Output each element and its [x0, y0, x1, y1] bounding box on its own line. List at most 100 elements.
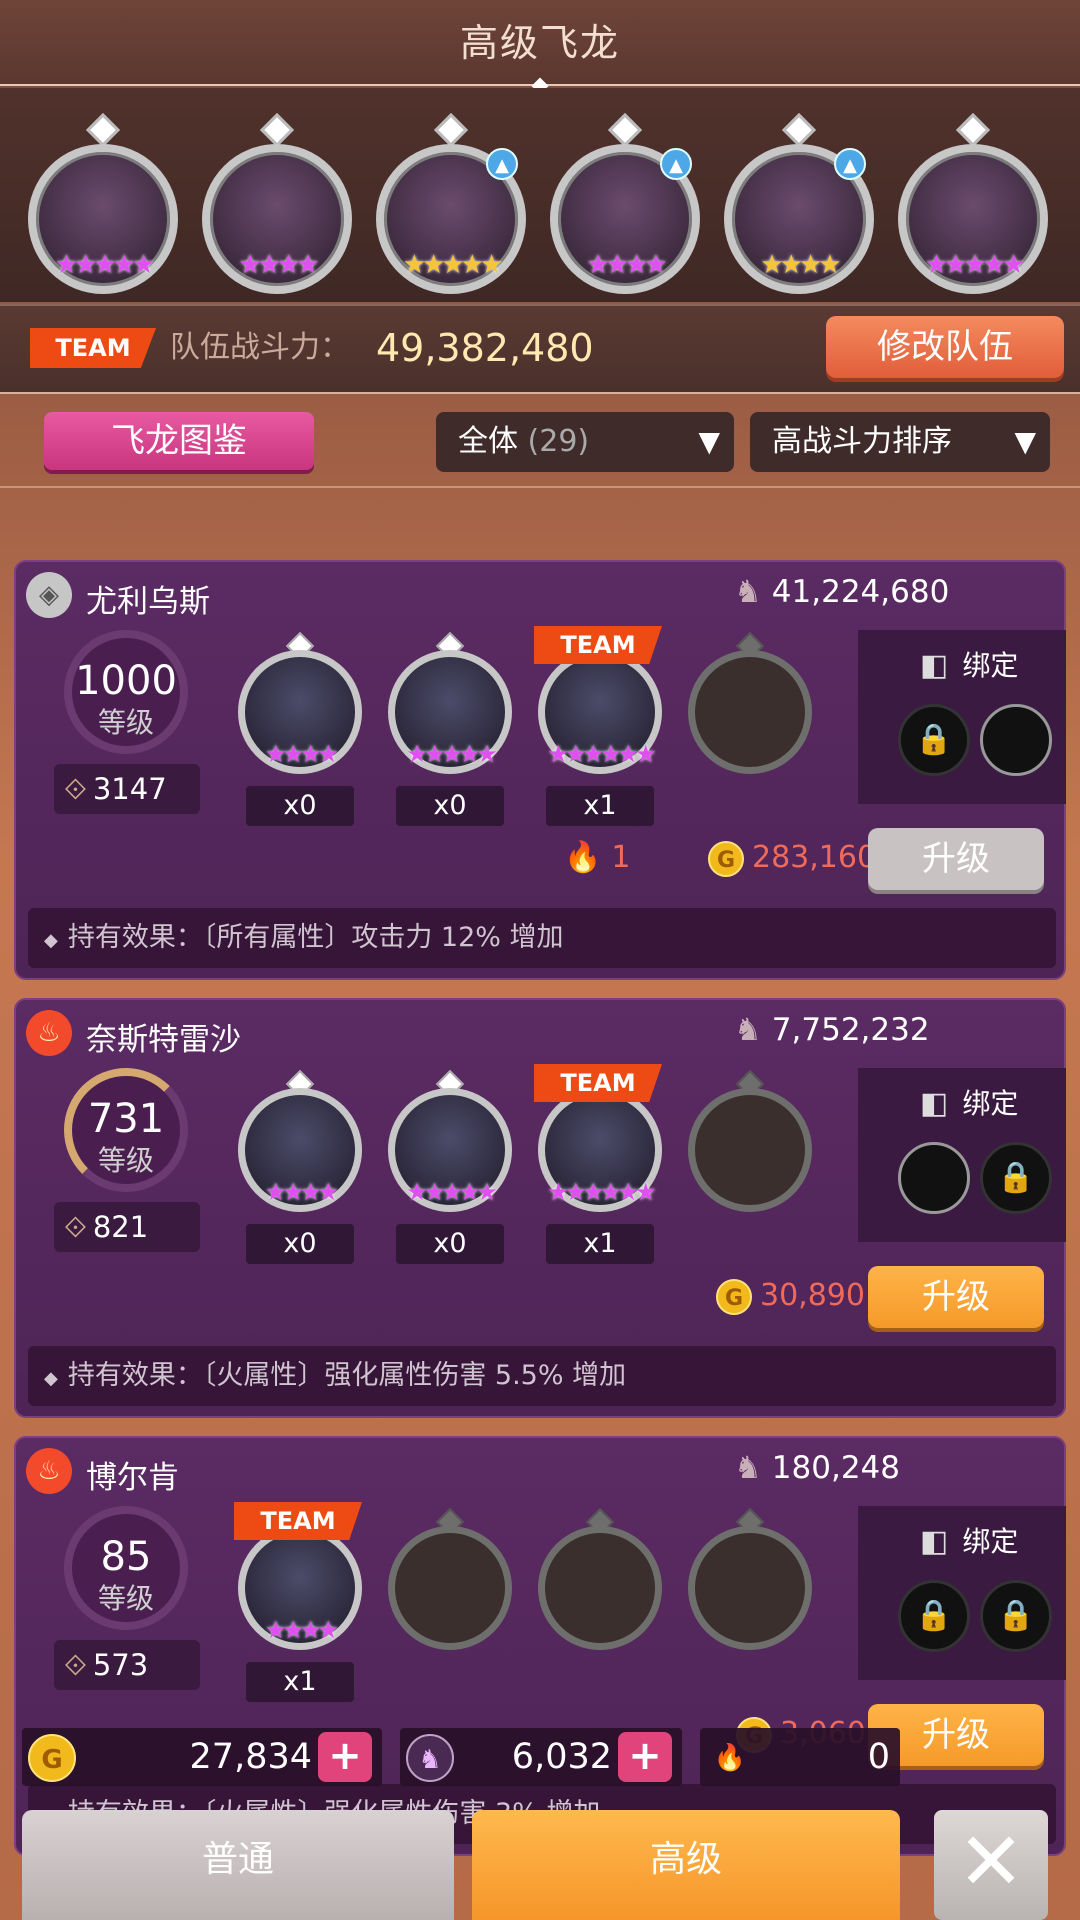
copy-count: x1: [546, 786, 654, 826]
close-button[interactable]: ✕: [934, 1810, 1048, 1920]
chevron-down-icon: ▼: [698, 425, 720, 458]
dragon-power-value: 41,224,680: [771, 574, 950, 610]
flame-cost-value: 1: [611, 840, 631, 875]
level-label: 等级: [97, 706, 154, 739]
level-label: 等级: [97, 1582, 154, 1615]
bind-panel: ◧ 绑定 🔒: [858, 1068, 1066, 1242]
star-rating: ★★★★★: [402, 250, 504, 280]
gem-amount: 6,032: [511, 1737, 612, 1777]
bottom-tabs: 普通 高级 ✕: [0, 1806, 1080, 1920]
add-gold-button[interactable]: +: [318, 1732, 372, 1782]
dragon-gem-icon: ♞: [406, 1734, 454, 1782]
bind-text: 绑定: [962, 1087, 1019, 1120]
dragon-card[interactable]: ◈ 尤利乌斯 ♞ 41,224,680 1000 等级 ⟐ 3147 ★★★★ x0 ★★★★★ x0…: [14, 560, 1066, 980]
dragon-copy-slot[interactable]: TEAM ★★★★★★ x1: [534, 626, 662, 826]
dragon-copy-slot[interactable]: TEAM ★★★★ x1: [234, 1502, 362, 1702]
owned-effect: ◆ 持有效果：〔火属性〕强化属性伤害 5.5% 增加: [28, 1346, 1056, 1406]
bind-icon: ◧: [920, 648, 949, 683]
dragon-name: 尤利乌斯: [86, 584, 210, 620]
fire-element-icon: ♨: [26, 1448, 72, 1494]
header: 高级飞龙: [0, 0, 1080, 95]
rank-box: ⟐ 573: [54, 1640, 200, 1690]
team-dragon-slot[interactable]: ★★★★: [202, 110, 352, 300]
level-value: 1000: [75, 658, 177, 704]
lock-icon[interactable]: 🔒: [980, 1580, 1052, 1652]
dragon-power: ♞ 41,224,680: [734, 574, 949, 610]
level-ring: 85 等级: [64, 1506, 188, 1630]
bind-panel: ◧ 绑定 🔒: [858, 630, 1066, 804]
dragon-power-icon: ♞: [734, 1012, 762, 1048]
empty-dragon-slot[interactable]: [388, 1507, 512, 1686]
lock-icon[interactable]: 🔒: [898, 704, 970, 776]
dragon-power: ♞ 180,248: [734, 1450, 900, 1486]
upgrade-arrow-icon: ▲: [660, 148, 692, 180]
level-value: 731: [87, 1096, 165, 1142]
dragon-copy-slot[interactable]: ★★★★★ x0: [388, 631, 512, 826]
upgrade-button[interactable]: 升级: [868, 828, 1044, 890]
dragon-copy-slot[interactable]: ★★★★★ x0: [388, 1069, 512, 1264]
neutral-element-icon: ◈: [26, 572, 72, 618]
blue-flame-icon: 🔥: [713, 1743, 747, 1773]
team-power-value: 49,382,480: [376, 326, 594, 370]
copy-count: x0: [246, 786, 354, 826]
team-dragon-slot[interactable]: ★★★★★: [28, 110, 178, 300]
grade-gem-icon: [782, 113, 816, 147]
rank-value: 3147: [92, 772, 167, 806]
flame-amount: 0: [867, 1737, 890, 1777]
dragon-portrait: [688, 1526, 812, 1650]
dragon-copy-slot[interactable]: TEAM ★★★★★★ x1: [534, 1064, 662, 1264]
star-rating: ★★★★: [238, 250, 319, 280]
team-badge: TEAM: [534, 1064, 662, 1102]
dragon-card[interactable]: ♨博尔肯♞180,24885等级⟐573TEAM★★★★x1◧绑定🔒🔒G3,06…: [14, 1436, 1066, 1856]
category-value: 全体: [458, 424, 518, 459]
level-ring: 1000 等级: [64, 630, 188, 754]
bind-slot-empty[interactable]: [980, 704, 1052, 776]
team-power-label: 队伍战斗力：: [170, 330, 350, 365]
level-ring: 731 等级: [64, 1068, 188, 1192]
rank-box: ⟐ 3147: [54, 764, 200, 814]
tab-normal[interactable]: 普通: [22, 1810, 454, 1920]
team-dragon-slot[interactable]: ▲ ★★★★★: [376, 110, 526, 300]
bind-icon: ◧: [920, 1524, 949, 1559]
resource-bar: G 27,834 + ♞ 6,032 + 🔥 0: [0, 1722, 1080, 1792]
empty-dragon-slot[interactable]: [688, 1507, 812, 1686]
team-dragon-slot[interactable]: ▲ ★★★★: [724, 110, 874, 300]
rank-value: 573: [92, 1648, 149, 1682]
add-gem-button[interactable]: +: [618, 1732, 672, 1782]
copy-count: x0: [246, 1224, 354, 1264]
bind-slot-empty[interactable]: [898, 1142, 970, 1214]
dragon-power-value: 7,752,232: [771, 1012, 930, 1048]
bullet-icon: ◆: [44, 1368, 58, 1389]
team-badge: TEAM: [534, 626, 662, 664]
star-rating: ★★★★: [264, 1178, 339, 1206]
dragon-power-icon: ♞: [734, 574, 762, 610]
copy-count: x1: [546, 1224, 654, 1264]
lock-icon[interactable]: 🔒: [898, 1580, 970, 1652]
dragon-card[interactable]: ♨ 奈斯特雷沙 ♞ 7,752,232 731 等级 ⟐ 821 ★★★★ x0 ★★★★★ x0 TE…: [14, 998, 1066, 1418]
coin-icon: G: [28, 1734, 76, 1782]
level-label: 等级: [97, 1144, 154, 1177]
empty-dragon-slot[interactable]: [688, 631, 812, 810]
empty-dragon-slot[interactable]: [538, 1507, 662, 1686]
upgrade-button[interactable]: 升级: [868, 1266, 1044, 1328]
lock-icon[interactable]: 🔒: [980, 1142, 1052, 1214]
grade-gem-icon: [86, 113, 120, 147]
dragon-codex-button[interactable]: 飞龙图鉴: [44, 412, 314, 470]
sort-dropdown[interactable]: 高战斗力排序 ▼: [750, 412, 1050, 472]
bind-panel: ◧ 绑定 🔒 🔒: [858, 1506, 1066, 1680]
coin-icon: G: [708, 840, 744, 877]
tab-advanced[interactable]: 高级: [472, 1810, 900, 1920]
bind-icon: ◧: [920, 1086, 949, 1121]
dragon-power-value: 180,248: [771, 1450, 900, 1486]
team-tag: TEAM: [30, 328, 156, 368]
owned-effect: ◆ 持有效果：〔所有属性〕攻击力 12% 增加: [28, 908, 1056, 968]
empty-dragon-slot[interactable]: [688, 1069, 812, 1248]
dragon-copy-slot[interactable]: ★★★★ x0: [238, 631, 362, 826]
team-dragon-slot[interactable]: ★★★★★: [898, 110, 1048, 300]
dragon-portrait: [388, 1526, 512, 1650]
team-dragon-slot[interactable]: ▲ ★★★★: [550, 110, 700, 300]
dragon-copy-slot[interactable]: ★★★★ x0: [238, 1069, 362, 1264]
category-dropdown[interactable]: 全体 (29) ▼: [436, 412, 734, 472]
modify-team-button[interactable]: 修改队伍: [826, 316, 1064, 378]
upgrade-arrow-icon: ▲: [834, 148, 866, 180]
